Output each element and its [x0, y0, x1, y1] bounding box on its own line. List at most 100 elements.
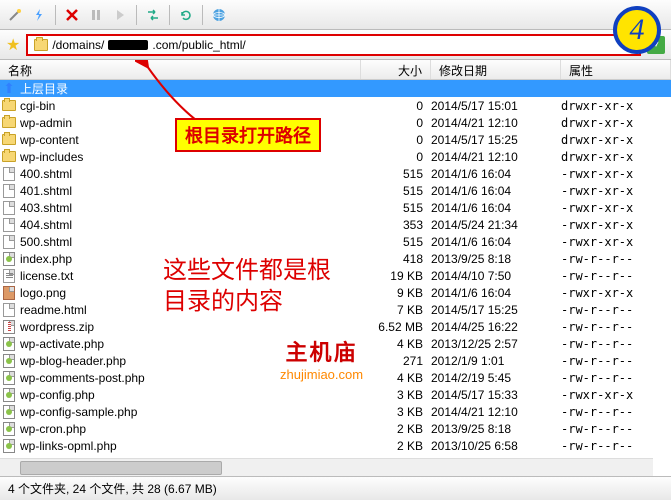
status-bar: 4 个文件夹, 24 个文件, 共 28 (6.67 MB) [0, 476, 671, 500]
table-row[interactable]: wp-cron.php2 KB2013/9/25 8:18-rw-r--r-- [0, 420, 671, 437]
cell-date: 2014/4/10 7:50 [431, 269, 561, 283]
cell-attr: -rw-r--r-- [561, 320, 671, 334]
cell-attr: -rw-r--r-- [561, 405, 671, 419]
table-row[interactable]: license.txt 19 KB2014/4/10 7:50-rw-r--r-- [0, 267, 671, 284]
cell-size: 6.52 MB [361, 320, 431, 334]
globe-icon[interactable] [208, 4, 230, 26]
favorite-icon[interactable]: ★ [6, 35, 20, 55]
txt-file-icon [2, 269, 16, 283]
file-list[interactable]: ⬆上层目录cgi-bin02014/5/17 15:01drwxr-xr-x wp… [0, 80, 671, 456]
file-file-icon [2, 184, 16, 198]
play-icon[interactable] [109, 4, 131, 26]
col-name-header[interactable]: 名称 [0, 60, 361, 79]
cell-size: 515 [361, 235, 431, 249]
cell-size: 3 KB [361, 405, 431, 419]
file-name: cgi-bin [20, 99, 55, 113]
cell-size: 3 KB [361, 388, 431, 402]
refresh-icon[interactable] [175, 4, 197, 26]
cell-attr: drwxr-xr-x [561, 116, 671, 130]
file-file-icon [2, 201, 16, 215]
swap-icon[interactable] [142, 4, 164, 26]
annotation-line2: 目录的内容 [163, 286, 331, 317]
file-name: wp-blog-header.php [20, 354, 126, 368]
separator [202, 5, 203, 25]
col-date-header[interactable]: 修改日期 [431, 60, 561, 79]
cell-date: 2012/1/9 1:01 [431, 354, 561, 368]
php-file-icon [2, 456, 16, 457]
table-row[interactable]: 400.shtml5152014/1/6 16:04-rwxr-xr-x [0, 165, 671, 182]
cell-size: 0 [361, 116, 431, 130]
cell-attr: -rwxr-xr-x [561, 388, 671, 402]
cell-size: 515 [361, 167, 431, 181]
cell-attr: drwxr-xr-x [561, 150, 671, 164]
table-row[interactable]: cgi-bin02014/5/17 15:01drwxr-xr-x [0, 97, 671, 114]
address-bar: ★ /domains/.com/public_html/ ▾ [0, 30, 671, 60]
annotation-files-label: 这些文件都是根 目录的内容 [163, 255, 331, 317]
col-size-header[interactable]: 大小 [361, 60, 431, 79]
table-row[interactable]: wp-links-opml.php2 KB2013/10/25 6:58-rw-… [0, 437, 671, 454]
path-input[interactable]: /domains/.com/public_html/ [26, 34, 641, 56]
cell-date: 2014/1/6 16:04 [431, 235, 561, 249]
table-row[interactable]: 401.shtml5152014/1/6 16:04-rwxr-xr-x [0, 182, 671, 199]
table-row[interactable]: index.php4182013/9/25 8:18-rw-r--r-- [0, 250, 671, 267]
img-file-icon [2, 286, 16, 300]
cell-size: 4 KB [361, 371, 431, 385]
cell-size: 0 [361, 150, 431, 164]
file-file-icon [2, 218, 16, 232]
php-file-icon [2, 439, 16, 453]
cell-attr: -rw-r--r-- [561, 354, 671, 368]
table-row[interactable]: wp-includes 02014/4/21 12:10drwxr-xr-x [0, 148, 671, 165]
col-attr-header[interactable]: 属性 [561, 60, 671, 79]
cell-attr: -rwxr-xr-x [561, 218, 671, 232]
cell-size: 9 KB [361, 286, 431, 300]
file-name: 上层目录 [20, 80, 68, 97]
cell-attr: -rwxr-xr-x [561, 235, 671, 249]
cell-attr: drwxr-xr-x [561, 133, 671, 147]
table-row[interactable]: 403.shtml5152014/1/6 16:04-rwxr-xr-x [0, 199, 671, 216]
delete-icon[interactable] [61, 4, 83, 26]
file-name: 500.shtml [20, 235, 72, 249]
table-row[interactable]: 404.shtml3532014/5/24 21:34-rwxr-xr-x [0, 216, 671, 233]
lightning-icon[interactable] [28, 4, 50, 26]
php-file-icon [2, 422, 16, 436]
cell-attr: -rw-r--r-- [561, 269, 671, 283]
cell-date: 2013/9/25 8:18 [431, 422, 561, 436]
table-row[interactable]: wp-load.php2 KB2013/10/25 6:58-rw-r--r-- [0, 454, 671, 456]
table-row[interactable]: 500.shtml 5152014/1/6 16:04-rwxr-xr-x [0, 233, 671, 250]
file-name: wp-load.php [20, 456, 85, 457]
cell-date: 2014/4/21 12:10 [431, 150, 561, 164]
file-name: wp-includes [20, 150, 83, 164]
path-prefix: /domains/ [52, 38, 104, 52]
cell-size: 515 [361, 201, 431, 215]
pause-icon[interactable] [85, 4, 107, 26]
table-row[interactable]: readme.html7 KB2014/5/17 15:25-rw-r--r-- [0, 301, 671, 318]
table-row[interactable]: wp-content02014/5/17 15:25drwxr-xr-x [0, 131, 671, 148]
file-name: wp-cron.php [20, 422, 86, 436]
table-row[interactable]: wp-admin02014/4/21 12:10drwxr-xr-x [0, 114, 671, 131]
cell-size: 353 [361, 218, 431, 232]
file-name: readme.html [20, 303, 87, 317]
table-row[interactable]: ⬆上层目录 [0, 80, 671, 97]
php-file-icon [2, 405, 16, 419]
table-row[interactable]: wp-config.php3 KB2014/5/17 15:33-rwxr-xr… [0, 386, 671, 403]
cell-size: 19 KB [361, 269, 431, 283]
separator [169, 5, 170, 25]
file-file-icon [2, 167, 16, 181]
cell-size: 271 [361, 354, 431, 368]
column-headers: 名称 大小 修改日期 属性 [0, 60, 671, 80]
cell-attr: drwxr-xr-x [561, 99, 671, 113]
file-name: 403.shtml [20, 201, 72, 215]
file-name: logo.png [20, 286, 66, 300]
table-row[interactable]: wp-config-sample.php3 KB2014/4/21 12:10-… [0, 403, 671, 420]
table-row[interactable]: wordpress.zip6.52 MB2014/4/25 16:22-rw-r… [0, 318, 671, 335]
cell-size: 2 KB [361, 422, 431, 436]
cell-size: 2 KB [361, 439, 431, 453]
file-name: wp-admin [20, 116, 72, 130]
horizontal-scrollbar[interactable] [0, 458, 653, 476]
table-row[interactable]: logo.png9 KB2014/1/6 16:04-rwxr-xr-x [0, 284, 671, 301]
folder-icon [2, 133, 16, 147]
separator [136, 5, 137, 25]
separator [55, 5, 56, 25]
file-name: license.txt [20, 269, 73, 283]
connect-icon[interactable] [4, 4, 26, 26]
